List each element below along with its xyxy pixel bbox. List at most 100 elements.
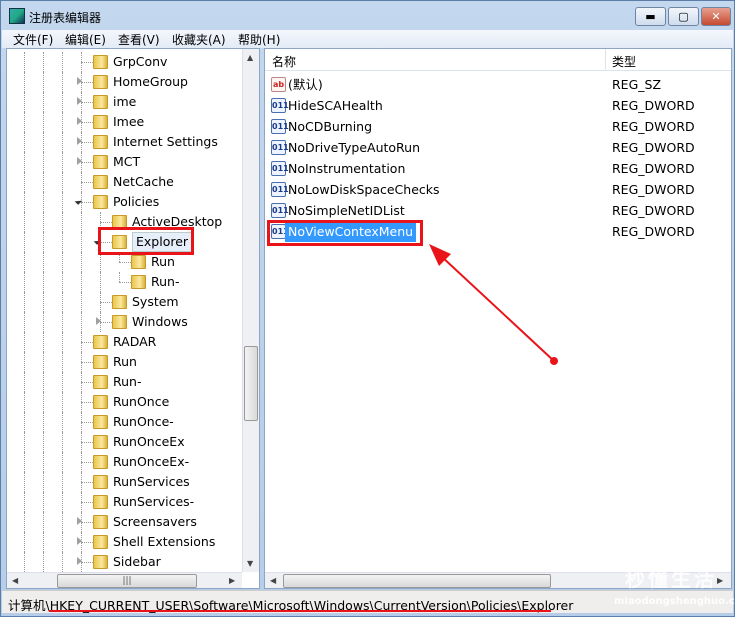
scroll-right-arrow[interactable]: ▶: [229, 576, 235, 585]
folder-icon: [131, 275, 146, 289]
tree-item-label: Policies: [113, 194, 160, 209]
value-type: REG_DWORD: [612, 203, 695, 218]
tree-item-label: RunOnceEx: [113, 434, 185, 449]
tree-item[interactable]: RunOnce: [7, 392, 242, 412]
folder-icon: [93, 355, 108, 369]
tree-item[interactable]: Sidebar: [7, 552, 242, 572]
folder-icon: [93, 115, 108, 129]
expand-arrow-icon[interactable]: [77, 137, 82, 145]
binary-value-icon: 011: [271, 140, 289, 155]
tree-item[interactable]: MCT: [7, 152, 242, 172]
folder-icon: [93, 155, 108, 169]
expand-arrow-icon[interactable]: [77, 537, 82, 545]
menu-view[interactable]: 查看(V): [118, 31, 160, 48]
expand-arrow-icon[interactable]: [77, 557, 82, 565]
tree-hscroll-thumb[interactable]: |||: [57, 574, 197, 588]
tree-item-label: Imee: [113, 114, 145, 129]
tree-item-label: HomeGroup: [113, 74, 188, 89]
menu-help[interactable]: 帮助(H): [238, 31, 280, 48]
scroll-right-arrow[interactable]: ▶: [717, 576, 723, 585]
window-title: 注册表编辑器: [29, 11, 102, 25]
folder-icon: [93, 75, 108, 89]
scroll-up-arrow[interactable]: ▲: [247, 53, 253, 62]
value-row[interactable]: 011 HideSCAHealth REG_DWORD: [265, 96, 731, 116]
tree-item[interactable]: Imee: [7, 112, 242, 132]
binary-value-icon: 011: [271, 182, 289, 197]
value-row[interactable]: ab (默认) REG_SZ: [265, 75, 731, 95]
tree-item[interactable]: GrpConv: [7, 52, 242, 72]
value-type: REG_DWORD: [612, 119, 695, 134]
tree-item[interactable]: HomeGroup: [7, 72, 242, 92]
registry-tree: GrpConv HomeGroup ime Imee Internet Settings…: [6, 48, 260, 589]
tree-item-label: Screensavers: [113, 514, 197, 529]
tree-item-label: RunOnceEx-: [113, 454, 190, 469]
menu-bar: 文件(F) 编辑(E) 查看(V) 收藏夹(A) 帮助(H): [2, 30, 733, 48]
tree-item[interactable]: Shell Extensions: [7, 532, 242, 552]
tree-item[interactable]: Screensavers: [7, 512, 242, 532]
tree-item[interactable]: RunServices-: [7, 492, 242, 512]
minimize-button[interactable]: ▬: [635, 7, 666, 26]
close-button[interactable]: ✕: [701, 7, 731, 26]
value-row[interactable]: 011 NoLowDiskSpaceChecks REG_DWORD: [265, 180, 731, 200]
tree-item[interactable]: RADAR: [7, 332, 242, 352]
tree-item-label: RADAR: [113, 334, 157, 349]
value-row[interactable]: 011 NoCDBurning REG_DWORD: [265, 117, 731, 137]
tree-item[interactable]: NetCache: [7, 172, 242, 192]
tree-item[interactable]: System: [7, 292, 242, 312]
menu-file[interactable]: 文件(F): [13, 31, 53, 48]
value-row[interactable]: 011 NoDriveTypeAutoRun REG_DWORD: [265, 138, 731, 158]
expand-arrow-icon[interactable]: [96, 317, 101, 325]
binary-value-icon: 011: [271, 161, 289, 176]
tree-vertical-scrollbar[interactable]: ▲ ▼: [242, 49, 259, 572]
tree-item[interactable]: RunOnce-: [7, 412, 242, 432]
folder-icon: [93, 375, 108, 389]
tree-item-label: Run: [151, 254, 175, 269]
tree-item-label: MCT: [113, 154, 141, 169]
value-name: NoInstrumentation: [288, 161, 406, 176]
folder-icon: [93, 515, 108, 529]
watermark-text: 秒懂生活: [625, 567, 717, 591]
value-type: REG_DWORD: [612, 161, 695, 176]
expand-arrow-icon[interactable]: [77, 97, 82, 105]
folder-icon: [93, 95, 108, 109]
maximize-button[interactable]: ▢: [668, 7, 699, 26]
scroll-down-arrow[interactable]: ▼: [247, 559, 253, 568]
tree-item-label: Run-: [151, 274, 180, 289]
tree-item[interactable]: Run-: [7, 372, 242, 392]
expand-arrow-icon[interactable]: [77, 517, 82, 525]
menu-favorites[interactable]: 收藏夹(A): [172, 31, 226, 48]
registry-editor-window: 注册表编辑器 ▬ ▢ ✕ 文件(F) 编辑(E) 查看(V) 收藏夹(A) 帮助…: [0, 0, 735, 617]
tree-item[interactable]: Run-: [7, 272, 242, 292]
column-type-header[interactable]: 类型: [612, 53, 636, 70]
tree-horizontal-scrollbar[interactable]: ◀ ||| ▶: [7, 572, 242, 588]
expand-arrow-icon[interactable]: [77, 157, 82, 165]
scroll-left-arrow[interactable]: ◀: [12, 576, 18, 585]
value-name: NoDriveTypeAutoRun: [288, 140, 421, 155]
tree-item[interactable]: Policies: [7, 192, 242, 212]
menu-edit[interactable]: 编辑(E): [65, 31, 106, 48]
folder-icon: [93, 335, 108, 349]
scroll-left-arrow[interactable]: ◀: [270, 576, 276, 585]
folder-icon: [93, 195, 108, 209]
binary-value-icon: 011: [271, 203, 289, 218]
expand-arrow-icon[interactable]: [77, 77, 82, 85]
tree-item[interactable]: Windows: [7, 312, 242, 332]
tree-item[interactable]: Run: [7, 252, 242, 272]
folder-icon: [112, 295, 127, 309]
value-row[interactable]: 011 NoSimpleNetIDList REG_DWORD: [265, 201, 731, 221]
tree-item[interactable]: ime: [7, 92, 242, 112]
tree-item[interactable]: RunOnceEx-: [7, 452, 242, 472]
expand-arrow-icon[interactable]: [77, 117, 82, 125]
tree-item[interactable]: Run: [7, 352, 242, 372]
value-row[interactable]: 011 NoInstrumentation REG_DWORD: [265, 159, 731, 179]
list-hscroll-thumb[interactable]: [283, 574, 551, 588]
path-underline: [49, 610, 551, 612]
explorer-highlight-box: [98, 227, 194, 255]
tree-scroll-thumb[interactable]: [244, 346, 258, 421]
tree-item[interactable]: RunServices: [7, 472, 242, 492]
folder-icon: [93, 495, 108, 509]
list-header: 名称 类型: [265, 49, 731, 71]
column-name-header[interactable]: 名称: [272, 53, 296, 70]
tree-item[interactable]: RunOnceEx: [7, 432, 242, 452]
tree-item[interactable]: Internet Settings: [7, 132, 242, 152]
